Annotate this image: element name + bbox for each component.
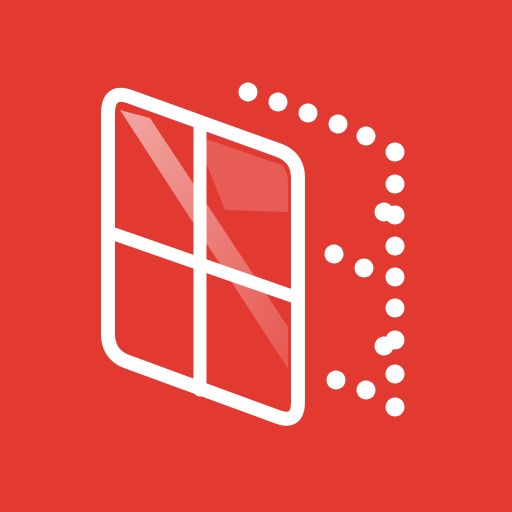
outline-dot [298,103,318,123]
outline-dot [238,82,258,102]
outline-dot [385,236,405,256]
app-icon-canvas [0,0,512,512]
outline-dot [268,92,288,112]
outline-dot [385,397,405,417]
outline-dot [385,267,405,287]
outline-dot [385,174,405,194]
outline-dot [385,298,405,318]
outline-dot [324,244,344,264]
outline-dot [326,370,346,390]
outline-dot [356,126,376,146]
outline-dot [356,380,376,400]
app-icon-graphic [0,0,512,512]
outline-dot [385,142,405,162]
outline-dot [328,114,348,134]
outline-dot [385,364,405,384]
outline-dot [354,258,374,278]
background [0,0,512,512]
outline-dot [374,336,394,356]
outline-dot [374,202,394,222]
